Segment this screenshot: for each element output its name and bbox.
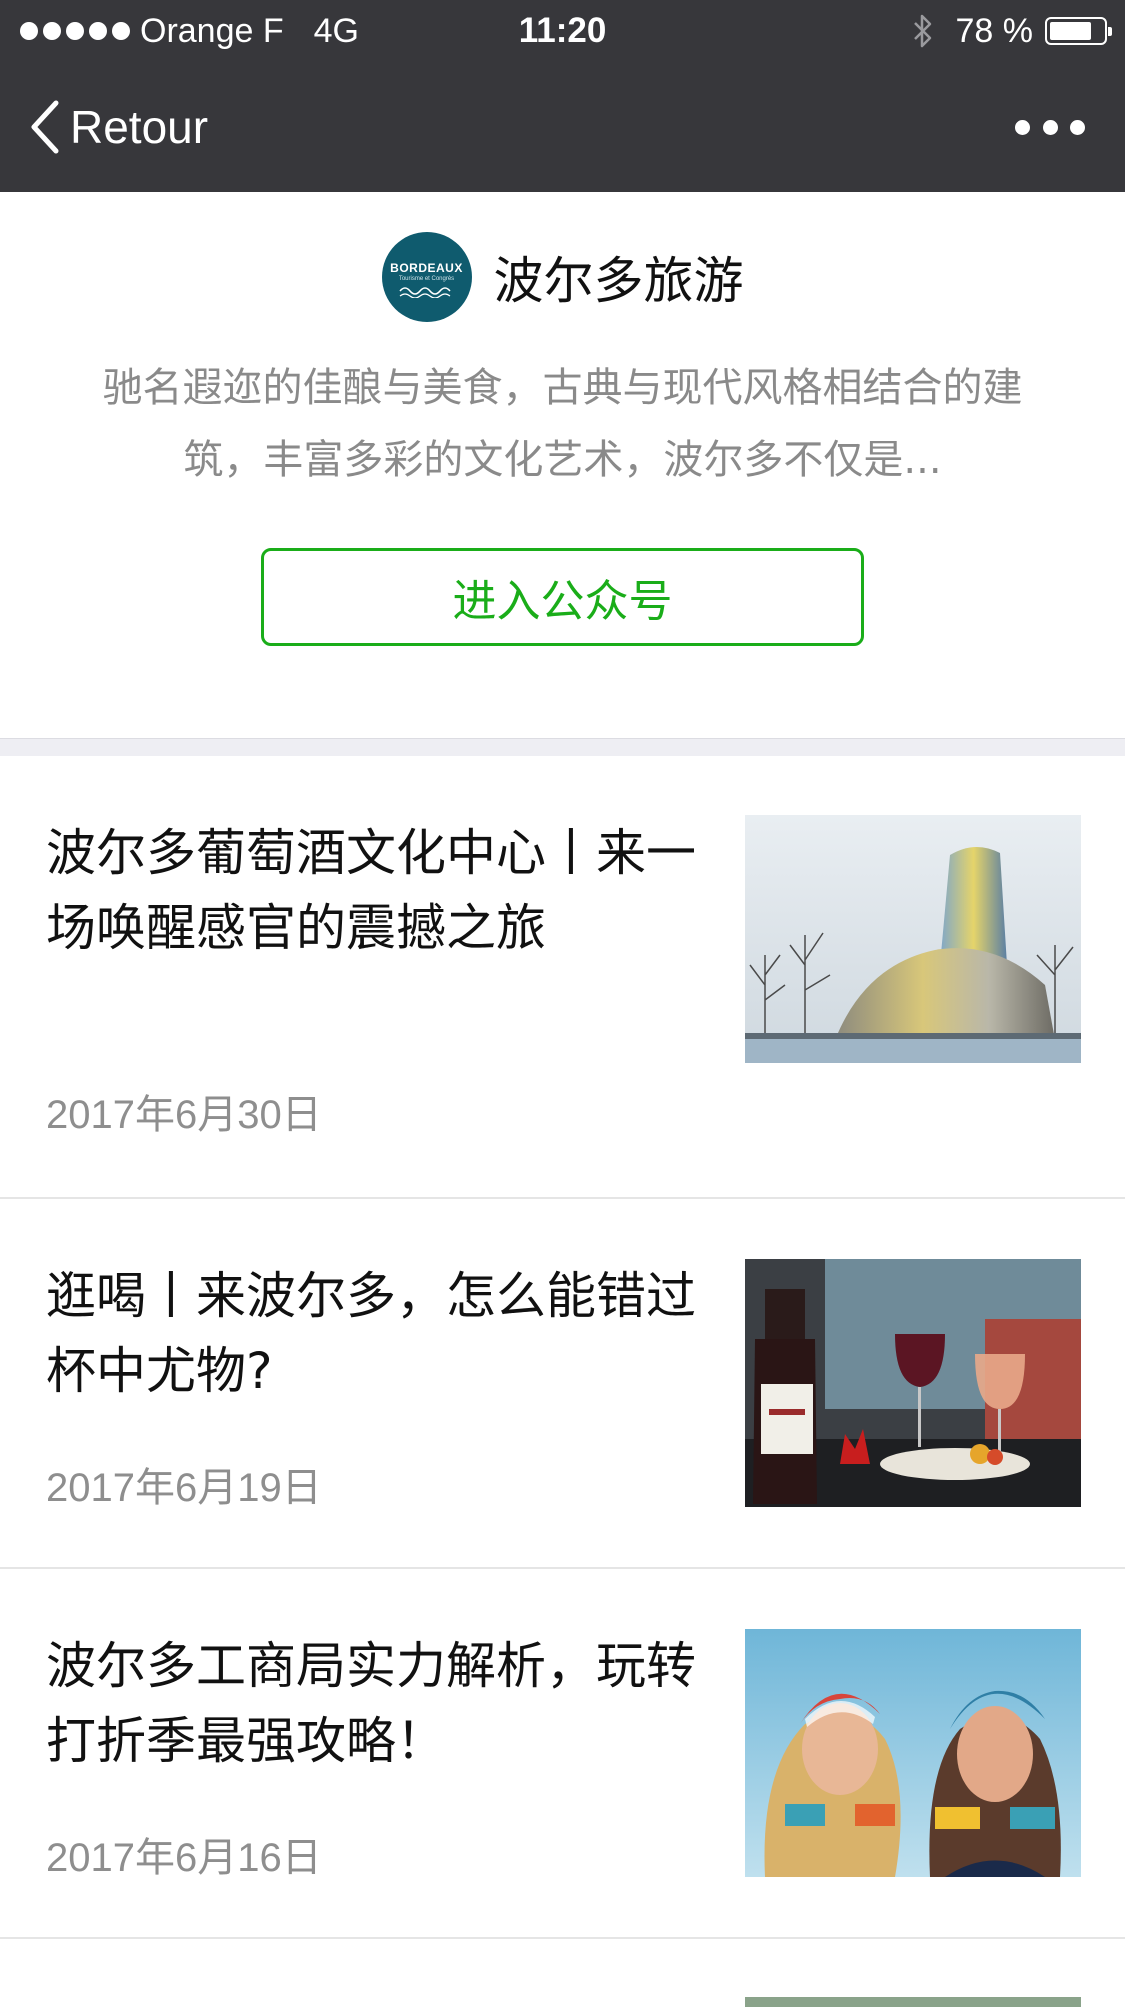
wine-culture-center-image: [745, 815, 1081, 1063]
avatar-logo-subtext: Tourisme et Congrès: [398, 276, 455, 282]
article-item[interactable]: 逛喝丨来波尔多，怎么能错过杯中尤物? 2017年6月19日: [0, 1199, 1125, 1569]
battery-icon: [1045, 17, 1112, 45]
enter-account-button[interactable]: 进入公众号: [261, 548, 864, 646]
status-right: 78 %: [912, 10, 1112, 52]
article-thumbnail: [745, 815, 1081, 1063]
article-title: 波尔多工商局实力解析，玩转打折季最强攻略！: [46, 1637, 696, 1770]
article-thumbnail: [745, 1629, 1081, 1877]
back-button[interactable]: Retour: [28, 98, 208, 156]
avatar-logo-text: BORDEAUX: [390, 261, 463, 275]
more-icon[interactable]: [1015, 110, 1085, 144]
battery-fill: [1050, 22, 1091, 40]
article-item[interactable]: [0, 1939, 1125, 2007]
chevron-left-icon: [31, 100, 59, 154]
avatar[interactable]: BORDEAUX Tourisme et Congrès: [381, 232, 472, 322]
article-date: 2017年6月16日: [46, 1836, 322, 1880]
back-label: Retour: [70, 101, 209, 153]
status-bar: Orange F 4G 11:20 78 %: [0, 0, 1125, 62]
article-item[interactable]: 波尔多工商局实力解析，玩转打折季最强攻略！ 2017年6月16日: [0, 1569, 1125, 1939]
battery-percent: 78 %: [955, 11, 1034, 50]
article-date: 2017年6月30日: [46, 1093, 322, 1137]
nav-bar: Retour: [0, 62, 1125, 192]
bluetooth-icon: [913, 14, 931, 48]
article-item[interactable]: 波尔多葡萄酒文化中心丨来一场唤醒感官的震撼之旅 2017年6月30日: [0, 756, 1125, 1199]
article-date: 2017年6月19日: [46, 1466, 322, 1510]
account-name: 波尔多旅游: [493, 252, 744, 310]
fashion-models-image: [745, 1629, 1081, 1877]
section-divider: [0, 738, 1125, 756]
account-description: 驰名遐迩的佳酿与美食，古典与现代风格相结合的建筑，丰富多彩的文化艺术，波尔多不仅…: [102, 365, 1023, 483]
profile-head: BORDEAUX Tourisme et Congrès 波尔多旅游: [0, 232, 1125, 322]
article-thumbnail: [745, 1259, 1081, 1507]
logo-waves-icon: [398, 287, 451, 298]
article-title: 波尔多葡萄酒文化中心丨来一场唤醒感官的震撼之旅: [46, 824, 696, 957]
article-title: 逛喝丨来波尔多，怎么能错过杯中尤物?: [46, 1267, 696, 1400]
article-thumbnail: [745, 1997, 1081, 2007]
wine-glasses-table-image: [745, 1259, 1081, 1507]
account-profile: BORDEAUX Tourisme et Congrès 波尔多旅游 驰名遐迩的…: [0, 192, 1125, 738]
